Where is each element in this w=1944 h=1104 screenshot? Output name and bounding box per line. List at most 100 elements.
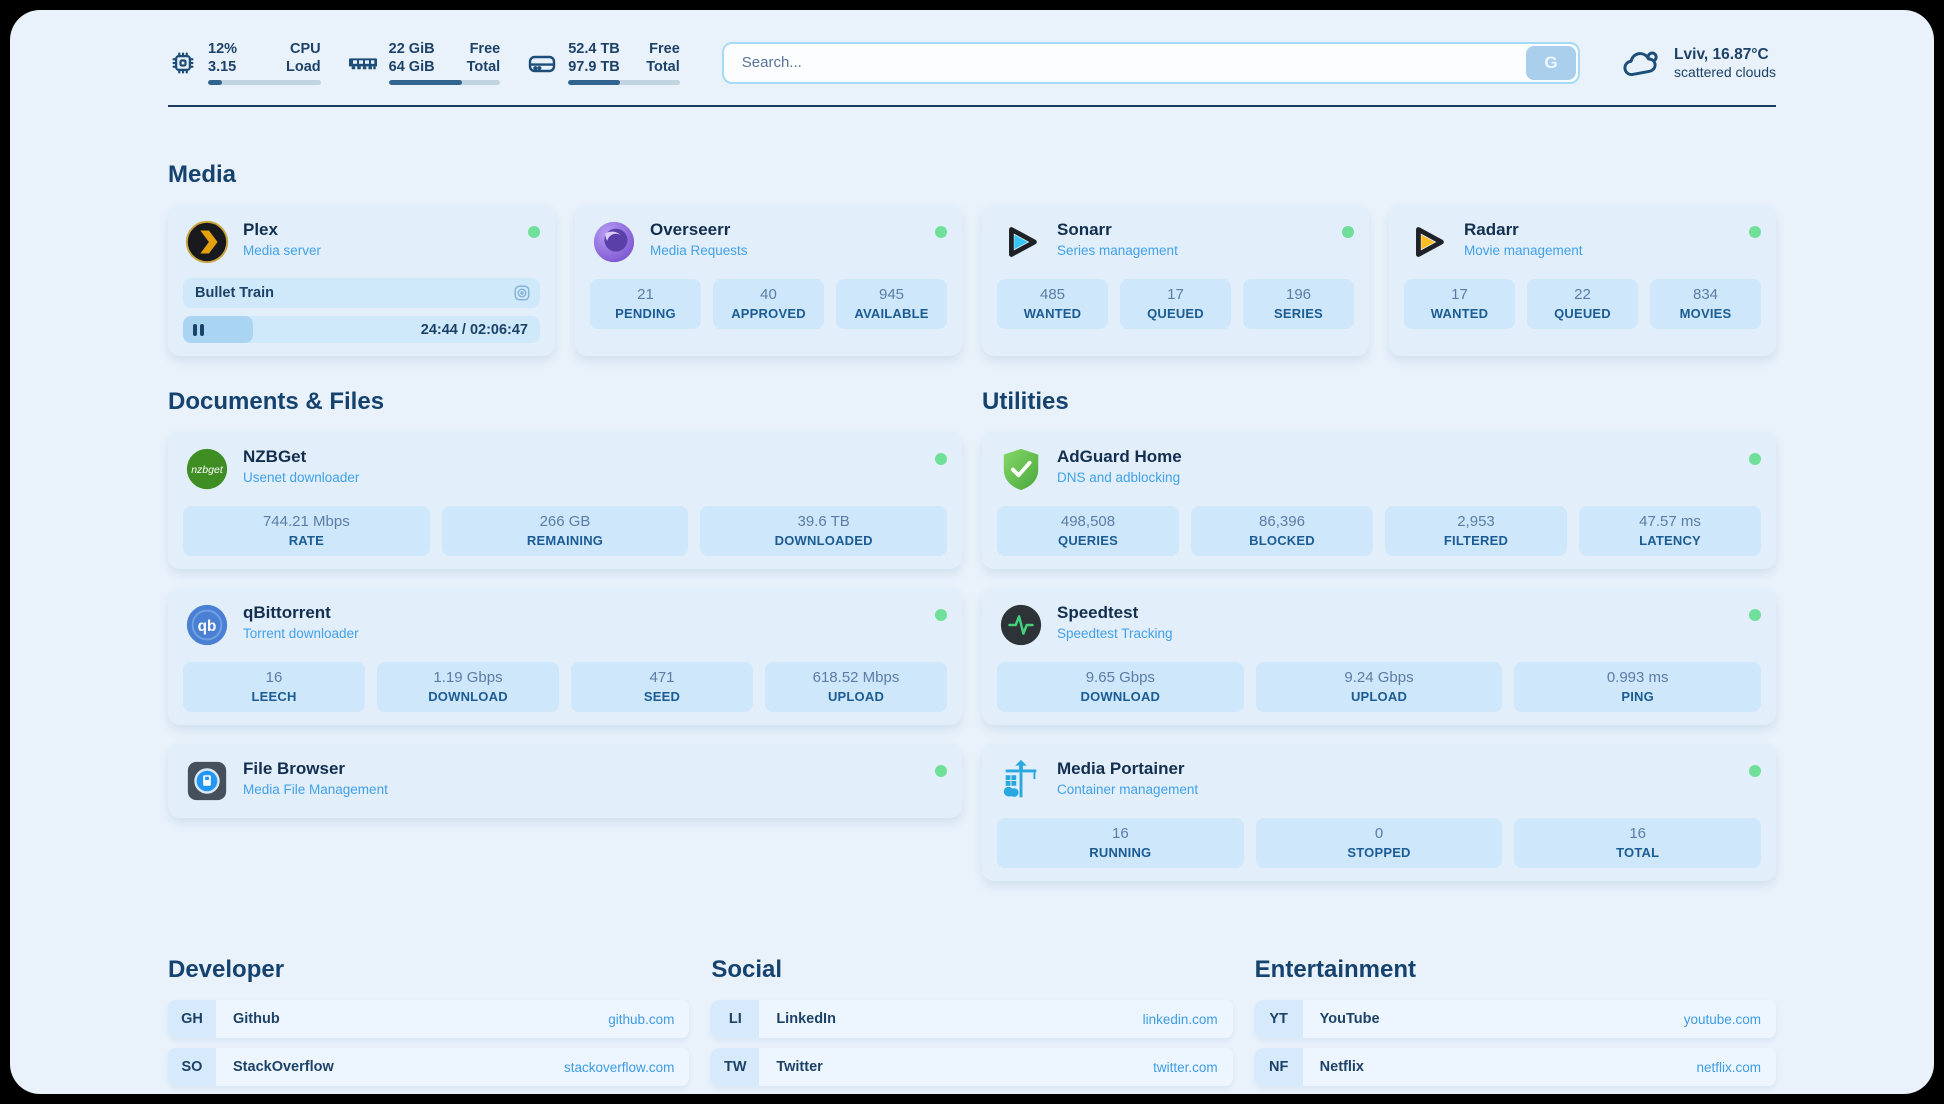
stat-tile: 40APPROVED — [713, 279, 824, 329]
link-url: stackoverflow.com — [564, 1060, 674, 1075]
link-github[interactable]: GH Github github.com — [168, 1000, 689, 1038]
section-title-media: Media — [168, 161, 1776, 189]
service-card-radarr[interactable]: Radarr Movie management 17WANTED 22QUEUE… — [1389, 205, 1776, 356]
status-dot — [1342, 226, 1354, 238]
now-playing-row: Bullet Train — [183, 278, 540, 308]
stat-tile: 17WANTED — [1404, 279, 1515, 329]
service-card-adguard[interactable]: AdGuard Home DNS and adblocking 498,508Q… — [982, 432, 1776, 569]
link-twitter[interactable]: TW Twitter twitter.com — [711, 1048, 1232, 1086]
documents-column: Documents & Files nzbget NZBGet Usenet d… — [168, 388, 962, 900]
status-dot — [935, 609, 947, 621]
disk-icon — [526, 47, 558, 79]
service-name: Plex — [243, 220, 321, 240]
stat-tile: 86,396BLOCKED — [1191, 506, 1373, 556]
now-playing-title: Bullet Train — [195, 285, 274, 301]
section-title-social: Social — [711, 956, 1232, 984]
link-youtube[interactable]: YT YouTube youtube.com — [1255, 1000, 1776, 1038]
speedtest-icon — [997, 601, 1045, 649]
stat-tile: 834MOVIES — [1650, 279, 1761, 329]
memory-stat: 22 GiB 64 GiB Free Total — [347, 40, 501, 85]
link-url: linkedin.com — [1143, 1012, 1218, 1027]
radarr-icon — [1404, 218, 1452, 266]
header: 12% 3.15 CPU Load — [168, 40, 1776, 85]
cpu-icon — [168, 48, 198, 78]
weather-widget[interactable]: Lviv, 16.87°C scattered clouds — [1622, 46, 1776, 80]
service-name: Speedtest — [1057, 603, 1173, 623]
disk-stat: 52.4 TB 97.9 TB Free Total — [526, 40, 680, 85]
link-url: youtube.com — [1684, 1012, 1761, 1027]
disk-free-value: 52.4 TB — [568, 40, 620, 58]
link-netflix[interactable]: NF Netflix netflix.com — [1255, 1048, 1776, 1086]
stat-tile: 22QUEUED — [1527, 279, 1638, 329]
disk-progress-bar — [568, 80, 680, 85]
service-name: Media Portainer — [1057, 759, 1198, 779]
playback-time: 24:44 / 02:06:47 — [421, 316, 528, 343]
service-description: Series management — [1057, 243, 1178, 258]
media-grid: Plex Media server Bullet Train 24:44 / 0… — [168, 205, 1776, 356]
search-engine-button[interactable]: G — [1526, 46, 1576, 80]
stat-tile: 16LEECH — [183, 662, 365, 712]
playback-progress-bar[interactable]: 24:44 / 02:06:47 — [183, 316, 540, 343]
stat-tile: 618.52 MbpsUPLOAD — [765, 662, 947, 712]
camera-icon — [513, 284, 531, 302]
disk-total-value: 97.9 TB — [568, 58, 620, 76]
link-linkedin[interactable]: LI LinkedIn linkedin.com — [711, 1000, 1232, 1038]
status-dot — [935, 453, 947, 465]
service-description: Media Requests — [650, 243, 748, 258]
stat-tile: 471SEED — [571, 662, 753, 712]
dashboard: 12% 3.15 CPU Load — [10, 10, 1934, 1094]
link-name: StackOverflow — [233, 1059, 334, 1075]
filebrowser-icon — [183, 757, 231, 805]
status-dot — [935, 765, 947, 777]
utilities-column: Utilities AdGuard Home DNS and adblockin… — [982, 388, 1776, 900]
stat-tile: 744.21 MbpsRATE — [183, 506, 430, 556]
service-name: AdGuard Home — [1057, 447, 1182, 467]
link-url: twitter.com — [1153, 1060, 1218, 1075]
service-name: File Browser — [243, 759, 388, 779]
service-card-speedtest[interactable]: Speedtest Speedtest Tracking 9.65 GbpsDO… — [982, 588, 1776, 725]
status-dot — [935, 226, 947, 238]
service-description: Speedtest Tracking — [1057, 626, 1173, 641]
stat-tile: 16TOTAL — [1514, 818, 1761, 868]
service-description: Torrent downloader — [243, 626, 359, 641]
stat-tile: 266 GBREMAINING — [442, 506, 689, 556]
qbittorrent-icon: qb — [183, 601, 231, 649]
service-card-portainer[interactable]: Media Portainer Container management 16R… — [982, 744, 1776, 881]
service-card-plex[interactable]: Plex Media server Bullet Train 24:44 / 0… — [168, 205, 555, 356]
links-column-social: Social LI LinkedIn linkedin.com TW Twitt… — [711, 956, 1232, 1094]
service-card-sonarr[interactable]: Sonarr Series management 485WANTED 17QUE… — [982, 205, 1369, 356]
portainer-icon — [997, 757, 1045, 805]
header-divider — [168, 105, 1776, 107]
ram-total-value: 64 GiB — [389, 58, 441, 76]
service-card-nzbget[interactable]: nzbget NZBGet Usenet downloader 744.21 M… — [168, 432, 962, 569]
link-name: Github — [233, 1011, 280, 1027]
cpu-progress-bar — [208, 80, 321, 85]
stat-tile: 945AVAILABLE — [836, 279, 947, 329]
stat-tile: 9.65 GbpsDOWNLOAD — [997, 662, 1244, 712]
ram-icon — [347, 47, 379, 79]
ram-free-value: 22 GiB — [389, 40, 441, 58]
link-stackoverflow[interactable]: SO StackOverflow stackoverflow.com — [168, 1048, 689, 1086]
links-column-entertainment: Entertainment YT YouTube youtube.com NF … — [1255, 956, 1776, 1094]
service-card-overseerr[interactable]: Overseerr Media Requests 21PENDING 40APP… — [575, 205, 962, 356]
service-description: DNS and adblocking — [1057, 470, 1182, 485]
link-abbr: GH — [168, 1000, 216, 1038]
service-card-qbittorrent[interactable]: qb qBittorrent Torrent downloader 16LEEC… — [168, 588, 962, 725]
link-name: Twitter — [776, 1059, 822, 1075]
link-url: netflix.com — [1696, 1060, 1761, 1075]
stat-tile: 47.57 msLATENCY — [1579, 506, 1761, 556]
stat-tile: 0STOPPED — [1256, 818, 1503, 868]
ram-label-top: Free — [467, 40, 501, 58]
svg-text:nzbget: nzbget — [191, 464, 224, 476]
stat-tile: 1.19 GbpsDOWNLOAD — [377, 662, 559, 712]
search-input[interactable] — [724, 44, 1524, 82]
weather-condition: scattered clouds — [1674, 64, 1776, 80]
status-dot — [1749, 609, 1761, 621]
link-name: YouTube — [1320, 1011, 1380, 1027]
service-card-filebrowser[interactable]: File Browser Media File Management — [168, 744, 962, 818]
system-stats: 12% 3.15 CPU Load — [168, 40, 680, 85]
overseerr-icon — [590, 218, 638, 266]
sonarr-icon — [997, 218, 1045, 266]
section-title-entertainment: Entertainment — [1255, 956, 1776, 984]
stat-tile: 498,508QUERIES — [997, 506, 1179, 556]
